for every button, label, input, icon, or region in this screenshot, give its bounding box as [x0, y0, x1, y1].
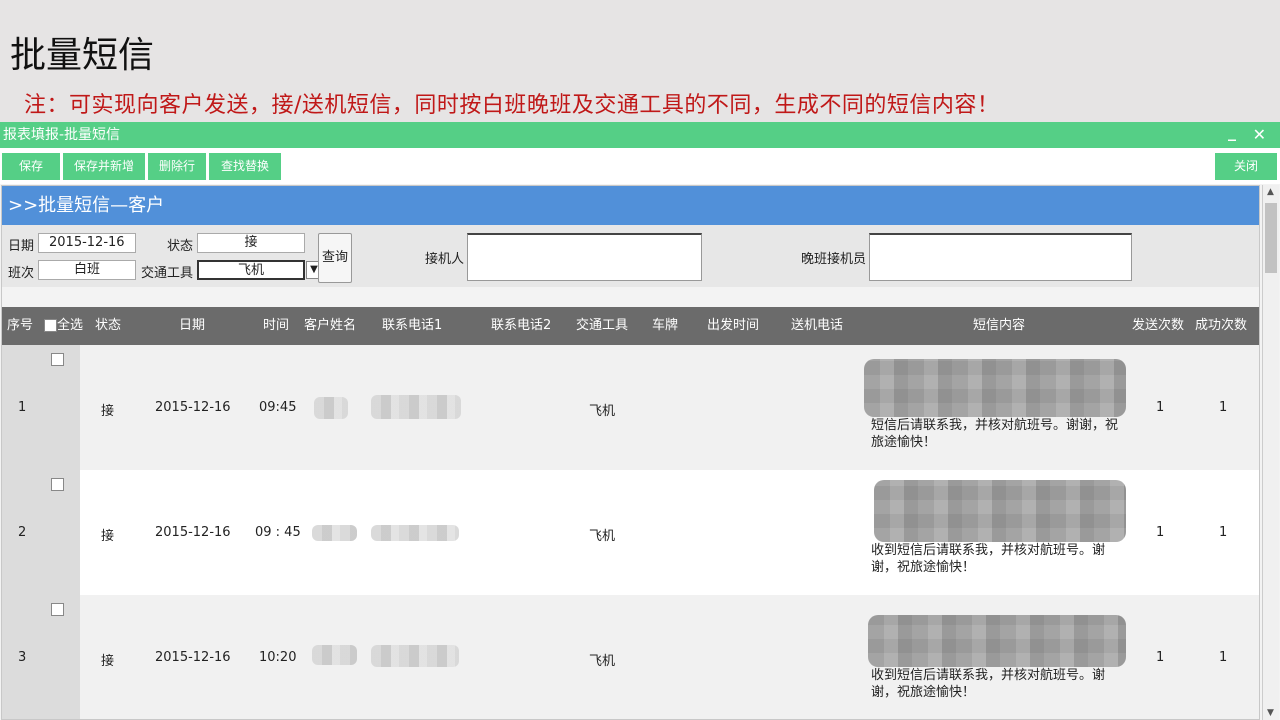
slide-title: 批量短信 [10, 35, 155, 76]
col-success-count: 成功次数 [1195, 318, 1248, 333]
row-sms: 短信后请联系我，并核对航班号。谢谢，祝旅途愉快！ [871, 418, 1119, 450]
redacted-sms-text [864, 359, 1126, 417]
vertical-scrollbar[interactable]: ▲ ▼ [1262, 185, 1279, 720]
row-index-column [2, 345, 80, 470]
scroll-down-icon[interactable]: ▼ [1267, 708, 1274, 718]
col-send-count: 发送次数 [1132, 318, 1185, 333]
redacted-phone [371, 645, 459, 667]
sms-panel: >>批量短信—客户 日期 2015-12-16 状态 接 班次 白班 交通工具 … [1, 185, 1260, 720]
slide-note: 注：可实现向客户发送，接/送机短信，同时按白班晚班及交通工具的不同，生成不同的短… [24, 93, 1000, 118]
scroll-thumb[interactable] [1265, 203, 1277, 273]
close-button[interactable]: 关闭 [1215, 153, 1277, 180]
redacted-phone [371, 525, 459, 541]
find-replace-button[interactable]: 查找替换 [209, 153, 281, 180]
redacted-sms-text [874, 480, 1126, 542]
row-index: 1 [18, 400, 27, 415]
row-index: 2 [18, 525, 27, 540]
col-phone2: 联系电话2 [491, 318, 552, 333]
select-all-checkbox[interactable] [44, 319, 57, 332]
night-pickup-label: 晚班接机员 [801, 252, 867, 267]
redacted-customer-name [312, 525, 357, 541]
transport-select[interactable]: 飞机 [197, 260, 305, 280]
row-send-count: 1 [1156, 525, 1165, 540]
redacted-sms-text [868, 615, 1126, 667]
row-time: 10:20 [259, 650, 297, 665]
date-input[interactable]: 2015-12-16 [38, 233, 136, 253]
date-label: 日期 [8, 239, 35, 254]
row-status: 接 [101, 654, 115, 669]
save-and-new-button[interactable]: 保存并新增 [63, 153, 145, 180]
col-customer: 客户姓名 [304, 318, 357, 333]
row-transport: 飞机 [589, 529, 616, 544]
row-status: 接 [101, 529, 115, 544]
spacer [2, 287, 1259, 307]
row-date: 2015-12-16 [155, 400, 231, 415]
row-time: 09 : 45 [255, 525, 301, 540]
row-transport: 飞机 [589, 404, 616, 419]
row-status: 接 [101, 404, 115, 419]
pickup-person-input[interactable] [467, 233, 702, 281]
scroll-up-icon[interactable]: ▲ [1267, 187, 1274, 197]
select-all[interactable]: 全选 [44, 307, 83, 345]
row-index-column [2, 470, 80, 595]
window-titlebar: 报表填报-批量短信 _ ✕ [0, 122, 1280, 148]
col-sms: 短信内容 [973, 318, 1026, 333]
minimize-icon[interactable]: _ [1228, 119, 1236, 145]
window-title: 报表填报-批量短信 [3, 127, 121, 143]
row-send-count: 1 [1156, 650, 1165, 665]
redacted-customer-name [314, 397, 348, 419]
save-button[interactable]: 保存 [2, 153, 60, 180]
row-checkbox[interactable] [51, 353, 64, 366]
row-success-count: 1 [1219, 525, 1228, 540]
status-label: 状态 [167, 239, 194, 254]
transport-label: 交通工具 [141, 266, 194, 281]
col-status: 状态 [95, 318, 122, 333]
query-button[interactable]: 查询 [318, 233, 352, 283]
row-index: 3 [18, 650, 27, 665]
col-phone1: 联系电话1 [382, 318, 443, 333]
col-transport: 交通工具 [576, 318, 629, 333]
col-dropoff-phone: 送机电话 [791, 318, 844, 333]
shift-label: 班次 [8, 266, 35, 281]
close-icon[interactable]: ✕ [1253, 122, 1266, 148]
col-index: 序号 [7, 318, 34, 333]
table-row[interactable]: 2 接 2015-12-16 09 : 45 飞机 收到短信后请联系我，并核对航… [2, 470, 1259, 595]
table-header: 序号 全选 状态 日期 时间 客户姓名 联系电话1 联系电话2 交通工具 车牌 … [2, 307, 1259, 345]
report-window: 报表填报-批量短信 _ ✕ 保存 保存并新增 删除行 查找替换 关闭 >>批量短… [0, 122, 1280, 720]
col-depart-time: 出发时间 [707, 318, 760, 333]
col-time: 时间 [263, 318, 290, 333]
redacted-phone [371, 395, 461, 419]
table-row[interactable]: 1 接 2015-12-16 09:45 飞机 短信后请联系我，并核对航班号。谢… [2, 345, 1259, 470]
redacted-customer-name [312, 645, 357, 665]
col-plate: 车牌 [652, 318, 679, 333]
pickup-person-label: 接机人 [425, 252, 465, 267]
row-send-count: 1 [1156, 400, 1165, 415]
select-all-label: 全选 [57, 318, 84, 333]
filter-bar: 日期 2015-12-16 状态 接 班次 白班 交通工具 飞机 ▼ 查询 接机… [2, 225, 1259, 287]
row-success-count: 1 [1219, 400, 1228, 415]
row-index-column [2, 595, 80, 719]
panel-heading: >>批量短信—客户 [2, 186, 1259, 225]
toolbar: 保存 保存并新增 删除行 查找替换 关闭 [0, 148, 1280, 184]
row-date: 2015-12-16 [155, 525, 231, 540]
row-time: 09:45 [259, 400, 297, 415]
col-date: 日期 [179, 318, 206, 333]
row-success-count: 1 [1219, 650, 1228, 665]
shift-input[interactable]: 白班 [38, 260, 136, 280]
night-pickup-input[interactable] [869, 233, 1132, 281]
row-transport: 飞机 [589, 654, 616, 669]
row-checkbox[interactable] [51, 478, 64, 491]
row-date: 2015-12-16 [155, 650, 231, 665]
row-sms: 收到短信后请联系我，并核对航班号。谢谢，祝旅途愉快！ [871, 668, 1106, 700]
status-input[interactable]: 接 [197, 233, 305, 253]
row-checkbox[interactable] [51, 603, 64, 616]
delete-row-button[interactable]: 删除行 [148, 153, 206, 180]
row-sms: 收到短信后请联系我，并核对航班号。谢谢，祝旅途愉快！ [871, 543, 1106, 575]
table-row[interactable]: 3 接 2015-12-16 10:20 飞机 收到短信后请联系我，并核对航班号… [2, 595, 1259, 719]
